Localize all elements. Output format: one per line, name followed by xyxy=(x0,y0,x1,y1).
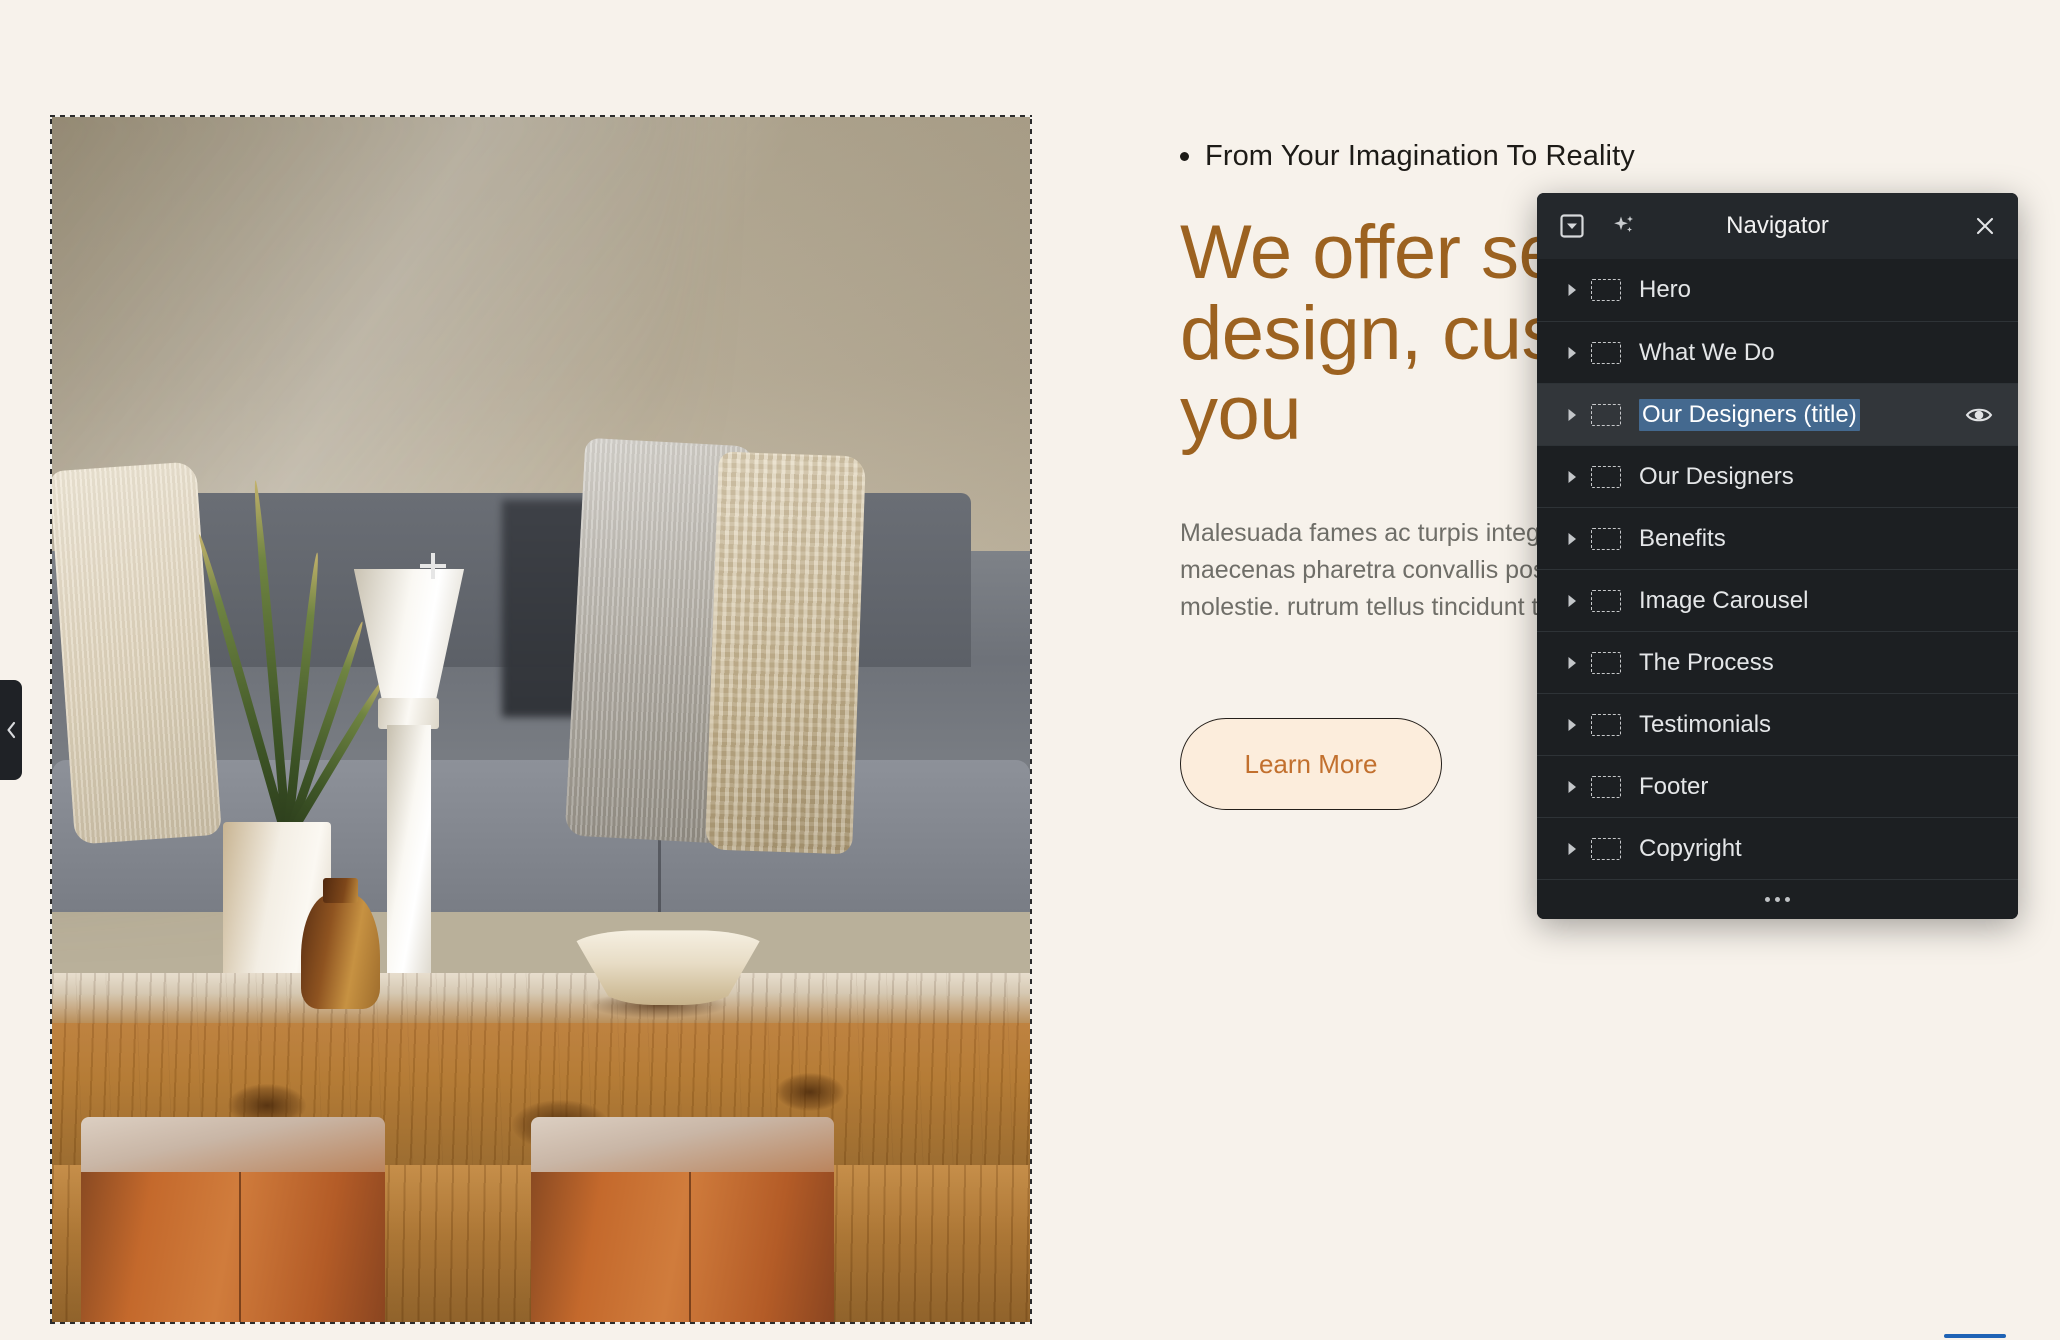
leather-ottoman-left xyxy=(81,1117,385,1322)
navigator-item-label: Copyright xyxy=(1639,834,1742,862)
navigator-item-label: Testimonials xyxy=(1639,710,1772,738)
chevron-right-icon xyxy=(1568,842,1576,855)
navigator-item-label: Footer xyxy=(1639,772,1709,800)
section-element-icon xyxy=(1591,589,1621,612)
navigator-item-label: Benefits xyxy=(1639,524,1726,552)
expand-arrow-button[interactable] xyxy=(1559,836,1585,862)
eyebrow-row: From Your Imagination To Reality xyxy=(1180,140,1880,173)
navigator-item[interactable]: Footer xyxy=(1537,755,2018,817)
navigator-more-button[interactable] xyxy=(1537,879,2018,919)
pillow-texture xyxy=(705,451,866,855)
chevron-right-icon xyxy=(1568,532,1576,545)
section-element-icon xyxy=(1591,279,1621,301)
section-element-icon xyxy=(1591,465,1621,488)
bottom-progress-bar xyxy=(1944,1334,2006,1338)
expand-arrow-button[interactable] xyxy=(1559,526,1585,552)
sparkles-icon xyxy=(1614,216,1633,232)
eye-icon xyxy=(1965,408,1993,421)
learn-more-button[interactable]: Learn More xyxy=(1180,718,1442,811)
navigator-item-label: The Process xyxy=(1639,648,1774,676)
expand-arrow-button[interactable] xyxy=(1559,774,1585,800)
living-room-scene xyxy=(52,117,1030,1322)
hero-image[interactable] xyxy=(52,117,1030,1322)
visibility-toggle-button[interactable] xyxy=(1964,400,1994,430)
expand-arrow-button[interactable] xyxy=(1559,650,1585,676)
boxed-chevron-down-icon xyxy=(1560,214,1584,238)
close-icon xyxy=(1976,217,1994,235)
section-element-icon xyxy=(1591,341,1621,364)
bullet-dot-icon xyxy=(1180,152,1189,161)
chevron-right-icon xyxy=(1568,470,1576,483)
close-navigator-button[interactable] xyxy=(1968,209,2002,243)
pillow-texture xyxy=(52,461,222,845)
expand-arrow-button[interactable] xyxy=(1559,277,1585,303)
navigator-item[interactable]: Our Designers xyxy=(1537,445,2018,507)
navigator-item-label: Hero xyxy=(1639,276,1692,303)
leather-ottoman-right xyxy=(531,1117,835,1322)
navigator-item[interactable]: Testimonials xyxy=(1537,693,2018,755)
chevron-right-icon xyxy=(1568,284,1576,296)
navigator-item[interactable]: The Process xyxy=(1537,631,2018,693)
section-element-icon xyxy=(1591,527,1621,550)
plus-crosshair-icon[interactable] xyxy=(420,553,446,579)
hero-image-selection[interactable] xyxy=(50,115,1032,1324)
navigator-item-label: Image Carousel xyxy=(1639,586,1809,614)
snake-plant xyxy=(194,479,388,843)
left-panel-collapse-tab[interactable] xyxy=(0,680,22,780)
section-element-icon xyxy=(1591,837,1621,860)
navigator-item-label: What We Do xyxy=(1639,338,1775,366)
navigator-item[interactable]: Our Designers (title) xyxy=(1537,383,2018,445)
navigator-panel[interactable]: Navigator Hero What We Do Our Designers (t… xyxy=(1537,193,2018,919)
expand-arrow-button[interactable] xyxy=(1559,588,1585,614)
chevron-left-icon xyxy=(7,721,16,739)
collapse-all-button[interactable] xyxy=(1555,209,1589,243)
expand-arrow-button[interactable] xyxy=(1559,712,1585,738)
chevron-right-icon xyxy=(1568,780,1576,793)
brown-ceramic-vase xyxy=(301,878,380,1009)
navigator-item-label: Our Designers xyxy=(1639,462,1794,490)
section-element-icon xyxy=(1591,651,1621,674)
pillow-cream xyxy=(52,461,222,845)
section-element-icon xyxy=(1591,713,1621,736)
navigator-item[interactable]: Copyright xyxy=(1537,817,2018,879)
chevron-right-icon xyxy=(1568,346,1576,359)
ai-assist-button[interactable] xyxy=(1607,209,1641,243)
eyebrow-text[interactable]: From Your Imagination To Reality xyxy=(1205,140,1635,173)
expand-arrow-button[interactable] xyxy=(1559,340,1585,366)
navigator-item[interactable]: Benefits xyxy=(1537,507,2018,569)
navigator-item-list[interactable]: Hero What We Do Our Designers (title) Our D… xyxy=(1537,259,2018,879)
pillow-knit-tan xyxy=(705,451,866,855)
chevron-right-icon xyxy=(1568,718,1576,731)
chevron-right-icon xyxy=(1568,408,1576,421)
section-element-icon xyxy=(1591,775,1621,798)
expand-arrow-button[interactable] xyxy=(1559,464,1585,490)
chevron-right-icon xyxy=(1568,594,1576,607)
chevron-right-icon xyxy=(1568,656,1576,669)
navigator-item-label: Our Designers (title) xyxy=(1639,398,1860,431)
navigator-item[interactable]: What We Do xyxy=(1537,321,2018,383)
navigator-header: Navigator xyxy=(1537,193,2018,259)
navigator-item[interactable]: Image Carousel xyxy=(1537,569,2018,631)
expand-arrow-button[interactable] xyxy=(1559,402,1585,428)
navigator-item[interactable]: Hero xyxy=(1537,259,2018,321)
section-element-icon xyxy=(1591,403,1621,426)
